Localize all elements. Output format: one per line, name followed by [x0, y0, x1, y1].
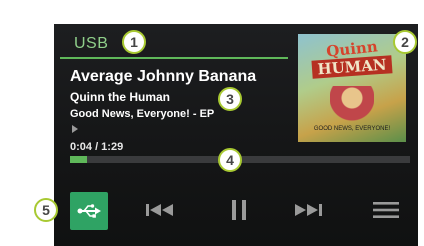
play-indicator-icon [72, 125, 78, 133]
track-album: Good News, Everyone! - EP [70, 108, 215, 120]
playback-controls [54, 184, 418, 234]
usb-icon [77, 204, 101, 218]
progress-fill [70, 156, 87, 163]
menu-icon [373, 202, 399, 218]
album-art: Quinn HUMAN GOOD NEWS, EVERYONE! [298, 34, 406, 142]
menu-button[interactable] [366, 198, 406, 222]
previous-track-icon [146, 204, 173, 216]
callout-1: 1 [122, 30, 146, 54]
source-tab[interactable]: USB [60, 31, 288, 59]
callout-4: 4 [218, 148, 242, 172]
usb-source-button[interactable] [70, 192, 108, 230]
callout-3: 3 [218, 87, 242, 111]
next-track-button[interactable] [288, 198, 328, 222]
pause-button[interactable] [224, 198, 254, 222]
callout-5: 5 [34, 198, 58, 222]
album-art-figure [330, 86, 374, 126]
callout-2: 2 [393, 30, 417, 54]
next-track-icon [295, 204, 322, 216]
album-art-caption: GOOD NEWS, EVERYONE! [313, 126, 391, 132]
time-readout: 0:04 / 1:29 [70, 141, 124, 153]
track-title: Average Johnny Banana [70, 68, 257, 85]
pause-icon [232, 200, 246, 220]
previous-track-button[interactable] [140, 198, 180, 222]
track-artist: Quinn the Human [70, 90, 170, 104]
source-label: USB [74, 35, 109, 52]
media-player-screen: USB Quinn HUMAN GOOD NEWS, EVERYONE! Ave… [54, 24, 418, 246]
